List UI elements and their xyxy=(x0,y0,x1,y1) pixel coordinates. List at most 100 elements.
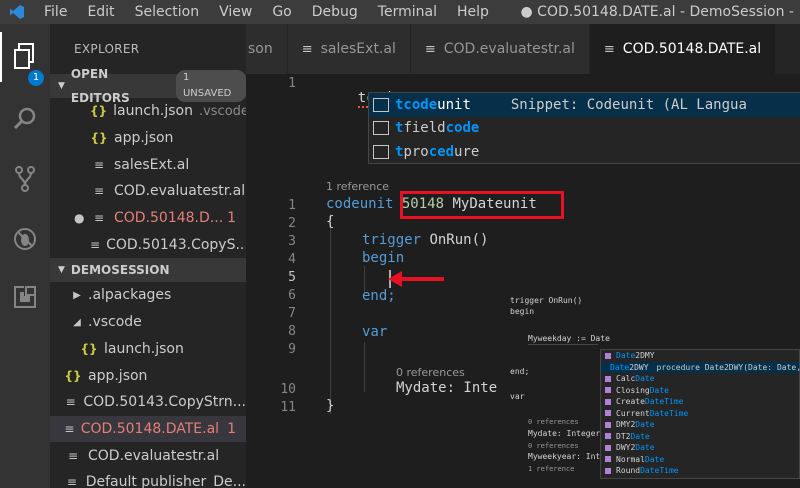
tree-date-al[interactable]: ≡ COD.50148.DATE.al 1 xyxy=(50,415,246,443)
extensions-icon[interactable] xyxy=(0,272,50,322)
inset-match: Date xyxy=(610,362,630,372)
code-line-begin: begin xyxy=(362,250,404,266)
explorer-icon[interactable]: 1 xyxy=(0,32,50,86)
snippet-icon xyxy=(373,144,389,159)
menu-go[interactable]: Go xyxy=(262,4,301,20)
codelens-reference: 1 reference xyxy=(326,180,390,193)
inset-rest: 2DWY xyxy=(629,362,649,372)
source-control-icon[interactable] xyxy=(0,154,50,204)
method-icon xyxy=(605,387,611,394)
menu-edit[interactable]: Edit xyxy=(77,4,124,20)
open-editor-date-al[interactable]: ● ≡ COD.50148.D... 1 xyxy=(50,205,246,232)
menu-help[interactable]: Help xyxy=(447,4,499,20)
inset-suggest-item: DWY2 Date xyxy=(601,442,799,454)
tree-app-json[interactable]: {} app.json xyxy=(50,362,246,389)
inset-divider xyxy=(528,344,598,345)
inset-detail: procedure Date2DWY(Date: Date, xyxy=(656,362,800,372)
code-editor[interactable]: 1 tcode tcodeunit Snippet: Codeunit (AL … xyxy=(246,74,800,488)
file-name: launch.json xyxy=(113,103,193,120)
file-name: salesExt.al xyxy=(114,156,190,173)
inset-line: trigger OnRun() xyxy=(510,296,583,305)
file-dir: .vscode xyxy=(198,103,246,119)
chevron-down-icon: ▼ xyxy=(58,265,65,276)
method-icon xyxy=(605,398,611,405)
suggest-item[interactable]: t pro ced ure xyxy=(369,140,800,164)
line-number: 2 xyxy=(288,216,296,231)
tab-salesext[interactable]: ≡ salesExt.al xyxy=(287,24,411,74)
tree-launch-json[interactable]: {} launch.json xyxy=(50,336,246,363)
json-file-icon: {} xyxy=(90,104,108,119)
suggest-match: t xyxy=(395,143,404,160)
menu-selection[interactable]: Selection xyxy=(125,4,210,20)
inset-line: end; xyxy=(510,367,530,376)
open-editor-app-json[interactable]: {} app.json xyxy=(50,125,246,152)
inset-rest: DT2 xyxy=(616,431,631,441)
suggest-item[interactable]: tcode unit Snippet: Codeunit (AL Langua xyxy=(369,93,800,117)
line-number: 9 xyxy=(288,342,296,357)
demosession-header[interactable]: ▼ DEMOSESSION xyxy=(50,258,246,283)
debug-icon[interactable] xyxy=(0,214,50,264)
unsaved-badge: 1 UNSAVED xyxy=(175,70,246,102)
open-editor-copystr[interactable]: ≡ COD.50143.CopyS... xyxy=(50,231,246,258)
method-icon xyxy=(605,375,611,382)
red-arrow-icon xyxy=(388,271,444,287)
file-name: COD.evaluatestr.al xyxy=(114,183,246,200)
line-number: 11 xyxy=(280,400,296,415)
tree-evaluatestr[interactable]: ≡ COD.evaluatestr.al xyxy=(50,442,246,469)
inset-suggest-item: Calc Date xyxy=(601,373,799,385)
tab-date-al[interactable]: ≡ COD.50148.DATE.al xyxy=(589,24,777,74)
suggest-widget[interactable]: tcode unit Snippet: Codeunit (AL Langua t… xyxy=(368,92,800,164)
al-file-icon: ≡ xyxy=(90,237,101,252)
inset-suggest-item: Normal Date xyxy=(601,454,799,466)
inset-rest: Calc xyxy=(616,374,636,384)
keyword: codeunit xyxy=(326,196,394,212)
tab-label: COD.evaluatestr.al xyxy=(443,41,575,57)
line-number: 7 xyxy=(288,306,296,321)
inset-rest: Round xyxy=(616,466,641,476)
codelens-reference: 0 references xyxy=(396,366,465,379)
menu-bar: File Edit Selection View Go Debug Termin… xyxy=(34,4,499,20)
al-file-icon: ≡ xyxy=(93,157,105,172)
inset-suggest-item: Current DateTime xyxy=(601,408,799,420)
menu-debug[interactable]: Debug xyxy=(302,4,368,20)
folder-name: .alpackages xyxy=(88,287,172,304)
suggest-item[interactable]: t field code xyxy=(369,117,800,141)
folder-alpackages[interactable]: ▶ .alpackages xyxy=(50,282,246,309)
folder-vscode[interactable]: ◢ .vscode xyxy=(50,309,246,336)
method-icon xyxy=(605,456,611,463)
method-icon xyxy=(605,352,611,359)
tab-json[interactable]: son xyxy=(246,24,288,74)
inset-rest: Create xyxy=(616,397,645,407)
inset-match: Date xyxy=(635,374,655,384)
open-editor-salesext[interactable]: ≡ salesExt.al xyxy=(50,151,246,178)
method-icon xyxy=(605,410,611,417)
open-editors-header[interactable]: ▼ OPEN EDITORS 1 UNSAVED xyxy=(50,67,246,105)
line-number: 5 xyxy=(288,270,296,285)
inset-match: Date xyxy=(635,420,655,430)
tree-default-publisher[interactable]: ≡ Default publisher_De... xyxy=(50,469,246,488)
file-name: COD.50143.CopyStrn... xyxy=(83,394,246,411)
line-number: 6 xyxy=(288,288,296,303)
menu-view[interactable]: View xyxy=(209,4,262,20)
title-bar: File Edit Selection View Go Debug Termin… xyxy=(0,0,800,24)
chevron-down-icon: ◢ xyxy=(73,316,81,328)
menu-terminal[interactable]: Terminal xyxy=(368,4,447,20)
al-file-icon: ≡ xyxy=(424,41,436,57)
tree-copystr[interactable]: ≡ COD.50143.CopyStrn... xyxy=(50,389,246,416)
code-line-var: var xyxy=(362,324,387,340)
variable-declaration: Mydate: Inte xyxy=(396,380,498,396)
tab-evaluatestr[interactable]: ≡ COD.evaluatestr.al xyxy=(410,24,590,74)
inset-match: Date xyxy=(635,443,655,453)
keyword: var xyxy=(362,324,388,340)
file-name: COD.evaluatestr.al xyxy=(88,447,220,464)
menu-file[interactable]: File xyxy=(34,4,77,20)
al-file-icon: ≡ xyxy=(67,448,79,463)
keyword: begin xyxy=(362,250,405,266)
inset-rest: Normal xyxy=(616,454,645,464)
search-icon[interactable] xyxy=(0,94,50,144)
trigger-name: OnRun() xyxy=(429,232,489,248)
open-editor-evaluatestr[interactable]: ≡ COD.evaluatestr.al xyxy=(50,178,246,205)
unsaved-dot-icon[interactable]: ● xyxy=(74,211,90,225)
al-file-icon: ≡ xyxy=(93,184,105,199)
code-line-brace: { xyxy=(326,214,335,230)
